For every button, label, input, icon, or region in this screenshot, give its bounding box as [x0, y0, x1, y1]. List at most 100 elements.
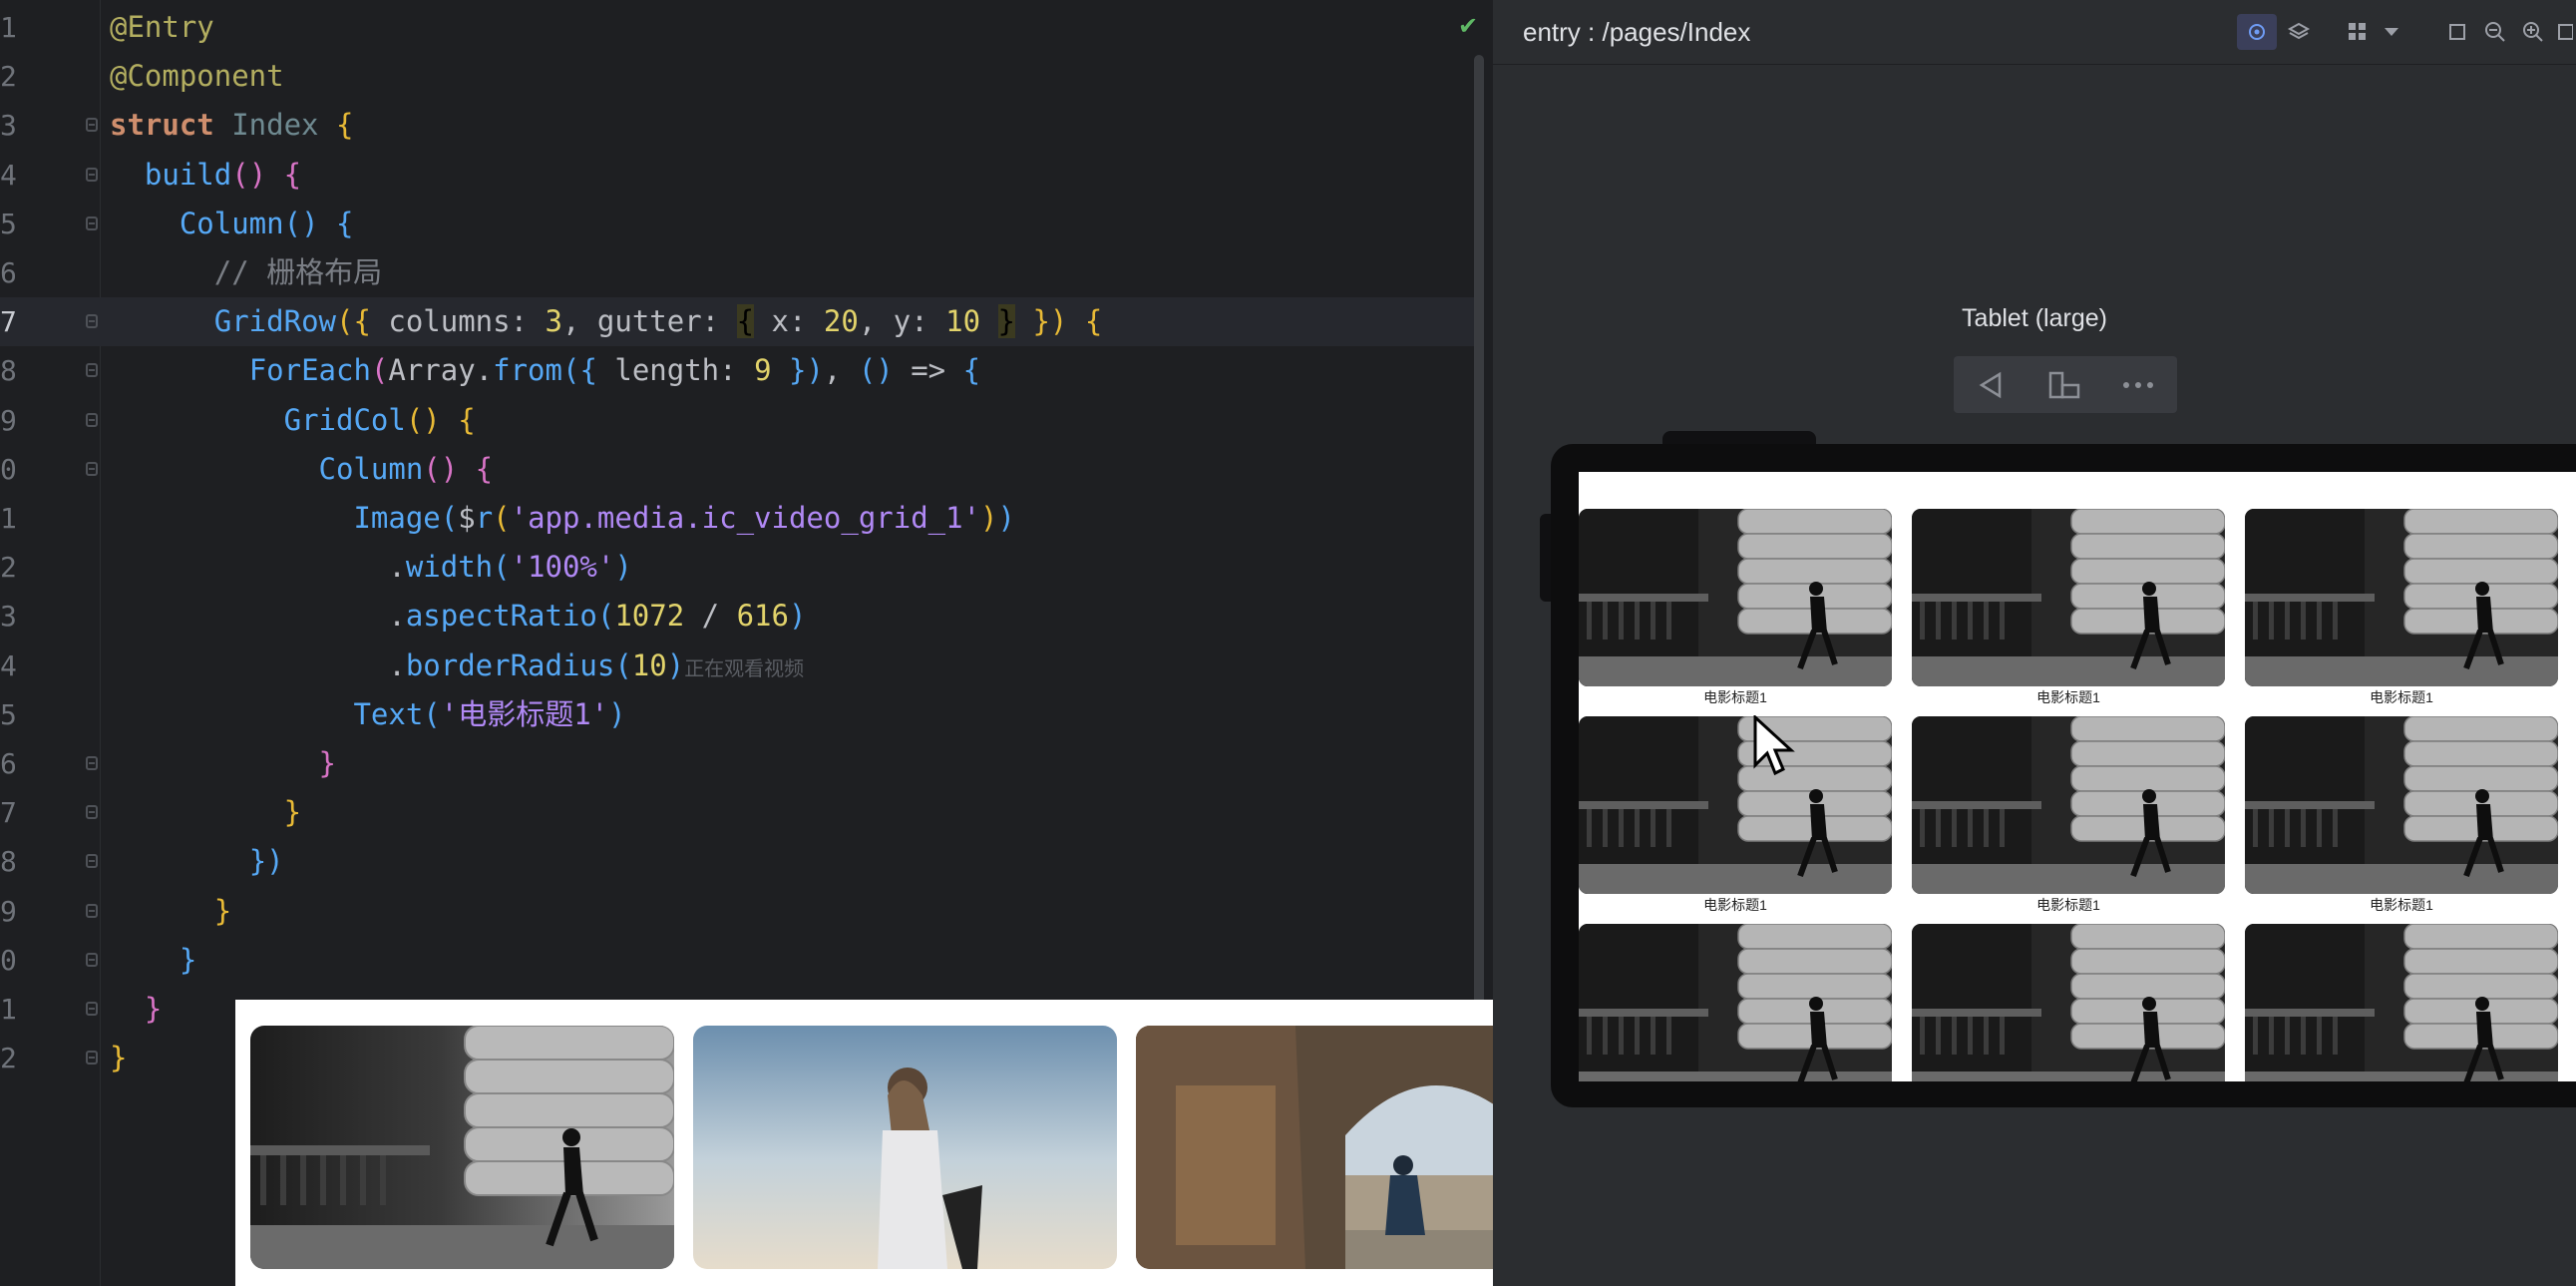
- fold-end-icon[interactable]: [86, 805, 98, 820]
- fit-screen-icon[interactable]: [2554, 14, 2576, 50]
- chevron-down-icon[interactable]: [2377, 14, 2406, 50]
- video-thumbnail[interactable]: [2245, 716, 2558, 894]
- code-line[interactable]: 7 GridRow({ columns: 3, gutter: { x: 20,…: [0, 297, 1476, 347]
- tablet-screen[interactable]: 电影标题1电影标题1电影标题1电影标题1电影标题1电影标题1电影标题1电影标题1…: [1579, 472, 2576, 1081]
- code-token: build: [144, 157, 232, 192]
- video-title-caption: 电影标题1: [1703, 897, 1767, 913]
- inspect-icon[interactable]: [2237, 14, 2277, 50]
- code-line[interactable]: 3 struct Index {: [0, 101, 1476, 150]
- fold-end-icon[interactable]: [86, 903, 98, 918]
- code-line[interactable]: 6 }: [0, 739, 1476, 788]
- back-icon[interactable]: [1954, 356, 2027, 413]
- code-line[interactable]: 1 Image($r('app.media.ic_video_grid_1')): [0, 494, 1476, 543]
- code-token: ({: [561, 353, 615, 388]
- fold-end-icon[interactable]: [86, 1051, 98, 1066]
- line-number: 5: [0, 207, 17, 240]
- code-token: {: [283, 157, 302, 192]
- code-token: 'app.media.ic_video_grid_1': [510, 501, 981, 535]
- code-token: }): [1015, 304, 1085, 339]
- fold-expanded-icon[interactable]: [86, 215, 98, 230]
- video-thumbnail[interactable]: [1912, 509, 2225, 686]
- line-number: 6: [0, 256, 17, 289]
- fold-expanded-icon[interactable]: [86, 412, 98, 427]
- zoom-out-icon[interactable]: [2478, 14, 2512, 50]
- more-icon[interactable]: [2101, 356, 2175, 413]
- code-text: @Component: [110, 52, 284, 101]
- video-thumbnail[interactable]: [1579, 716, 1892, 894]
- code-text: }: [110, 936, 196, 985]
- line-number: 8: [0, 354, 17, 388]
- code-token: (: [423, 696, 441, 731]
- code-line[interactable]: 6 // 栅格布局: [0, 248, 1476, 297]
- code-text: Image($r('app.media.ic_video_grid_1')): [110, 494, 1015, 543]
- code-token: Text: [353, 696, 424, 731]
- code-line[interactable]: 4 build() {: [0, 151, 1476, 200]
- code-line[interactable]: 0 Column() {: [0, 445, 1476, 494]
- code-line[interactable]: 5 Column() {: [0, 200, 1476, 248]
- code-line[interactable]: 4 .borderRadius(10)正在观看视频: [0, 642, 1476, 690]
- zoom-in-icon[interactable]: [2516, 14, 2550, 50]
- code-line[interactable]: 3 .aspectRatio(1072 / 616): [0, 592, 1476, 641]
- code-text: }: [110, 887, 231, 936]
- rotate-icon[interactable]: [2027, 356, 2101, 413]
- code-text: }: [110, 985, 162, 1034]
- code-token: struct: [110, 108, 232, 143]
- code-text: GridRow({ columns: 3, gutter: { x: 20, y…: [110, 297, 1102, 346]
- video-thumbnail[interactable]: [1579, 509, 1892, 686]
- code-line[interactable]: 1 @Entry: [0, 3, 1476, 52]
- code-token: }: [318, 746, 336, 780]
- fold-expanded-icon[interactable]: [86, 167, 98, 182]
- code-token: ForEach: [248, 353, 371, 388]
- code-line[interactable]: 2 @Component: [0, 52, 1476, 101]
- video-thumbnail[interactable]: [1579, 924, 1892, 1081]
- code-line[interactable]: 7 }: [0, 788, 1476, 837]
- code-token: from: [493, 353, 562, 388]
- video-thumbnail[interactable]: [1912, 924, 2225, 1081]
- code-token: Array.: [388, 353, 494, 388]
- code-token: 10: [945, 304, 998, 339]
- code-text: ForEach(Array.from({ length: 9 }), () =>…: [110, 346, 980, 395]
- fold-expanded-icon[interactable]: [86, 118, 98, 133]
- crop-icon[interactable]: [2440, 14, 2474, 50]
- layers-icon[interactable]: [2281, 14, 2317, 50]
- video-thumbnail[interactable]: [1912, 716, 2225, 894]
- video-title-caption: 电影标题1: [2036, 897, 2100, 913]
- grid-icon[interactable]: [2341, 14, 2375, 50]
- video-thumbnail[interactable]: [2245, 509, 2558, 686]
- line-number: 1: [0, 502, 17, 535]
- fold-end-icon[interactable]: [86, 854, 98, 869]
- code-line[interactable]: 9 GridCol() {: [0, 396, 1476, 445]
- fold-expanded-icon[interactable]: [86, 461, 98, 476]
- code-line[interactable]: 8 ForEach(Array.from({ length: 9 }), () …: [0, 346, 1476, 395]
- video-thumbnail[interactable]: [2245, 924, 2558, 1081]
- code-line[interactable]: 0 }: [0, 936, 1476, 985]
- preview-image-archway: [1136, 1026, 1493, 1269]
- fold-end-icon[interactable]: [86, 952, 98, 967]
- fold-expanded-icon[interactable]: [86, 363, 98, 378]
- fold-expanded-icon[interactable]: [86, 314, 98, 329]
- video-title-caption: 电影标题1: [1703, 689, 1767, 705]
- code-line[interactable]: 2 .width('100%'): [0, 543, 1476, 592]
- code-line[interactable]: 8 }): [0, 837, 1476, 886]
- code-token: (): [231, 157, 284, 192]
- editor-scrollbar[interactable]: [1474, 55, 1484, 1013]
- code-token: {: [475, 451, 494, 486]
- code-line[interactable]: 5 Text('电影标题1'): [0, 690, 1476, 739]
- fold-end-icon[interactable]: [86, 1002, 98, 1016]
- code-editor[interactable]: 1 @Entry 2 @Component 3 struct Index {4 build…: [0, 0, 1493, 1286]
- line-number: 0: [0, 452, 17, 486]
- code-line[interactable]: 9 }: [0, 887, 1476, 936]
- video-title-caption: 电影标题1: [2036, 689, 2100, 705]
- code-token: /: [701, 599, 737, 634]
- code-token: 10: [631, 647, 667, 682]
- code-text: .width('100%'): [110, 543, 631, 592]
- code-text: }: [110, 1034, 127, 1082]
- code-token: aspectRatio: [405, 599, 597, 634]
- fold-end-icon[interactable]: [86, 756, 98, 770]
- code-token: (): [405, 402, 459, 437]
- line-number: 7: [0, 796, 17, 830]
